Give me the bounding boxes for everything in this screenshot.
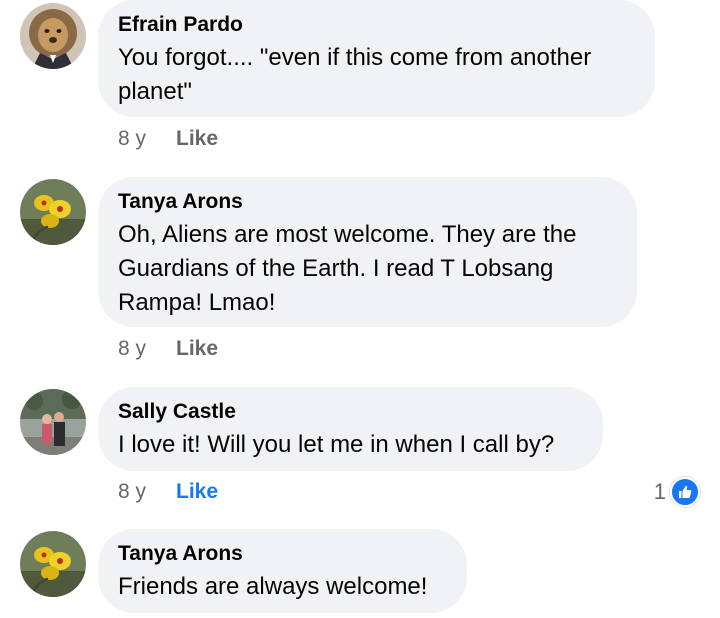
comment-text: Friends are always welcome! bbox=[118, 570, 447, 604]
reaction-count: 1 bbox=[653, 479, 666, 504]
comment-text-line: Rampa! Lmao! bbox=[118, 289, 276, 316]
comment-meta: 8 y Like bbox=[118, 478, 218, 506]
comment-bubble: Tanya Arons Friends are always welcome! bbox=[98, 529, 467, 613]
comment-timestamp[interactable]: 8 y bbox=[118, 335, 176, 363]
comment-text: Oh, Aliens are most welcome. They are th… bbox=[118, 218, 617, 320]
yellow-orchid-avatar-icon[interactable] bbox=[20, 531, 86, 597]
comment-author[interactable]: Tanya Arons bbox=[118, 189, 617, 215]
comment-text-line: Friends are always welcome! bbox=[118, 573, 428, 600]
comment-text-line: Oh, Aliens are most welcome. They are th… bbox=[118, 221, 577, 248]
reaction-summary[interactable]: 1 bbox=[654, 477, 700, 507]
couple-photo-avatar-icon[interactable] bbox=[20, 389, 86, 455]
comment-text: I love it! Will you let me in when I cal… bbox=[118, 428, 583, 462]
comment-author[interactable]: Tanya Arons bbox=[118, 541, 447, 567]
comment-bubble: Tanya Arons Oh, Aliens are most welcome.… bbox=[98, 177, 637, 327]
comment-timestamp[interactable]: 8 y bbox=[118, 478, 176, 506]
comment-meta: 8 y Like bbox=[118, 335, 218, 363]
like-button[interactable]: Like bbox=[176, 127, 218, 150]
comment-bubble: Efrain Pardo You forgot.... "even if thi… bbox=[98, 0, 655, 117]
like-button[interactable]: Like bbox=[176, 337, 218, 360]
comment-text-line: I love it! Will you let me in when I cal… bbox=[118, 431, 555, 458]
like-button[interactable]: Like bbox=[176, 480, 218, 503]
comment-timestamp[interactable]: 8 y bbox=[118, 125, 176, 153]
thumbs-up-icon bbox=[670, 477, 700, 507]
comment-text-line: planet" bbox=[118, 78, 192, 105]
comment-author[interactable]: Efrain Pardo bbox=[118, 12, 635, 38]
comment-meta: 8 y Like bbox=[118, 125, 218, 153]
comment-text: You forgot.... "even if this come from a… bbox=[118, 41, 635, 109]
comment-bubble: Sally Castle I love it! Will you let me … bbox=[98, 387, 603, 471]
comment-text-line: You forgot.... "even if this come from a… bbox=[118, 44, 592, 71]
lion-avatar-icon[interactable] bbox=[20, 3, 86, 69]
yellow-orchid-avatar-icon[interactable] bbox=[20, 179, 86, 245]
comment-text-line: Guardians of the Earth. I read T Lobsang bbox=[118, 255, 554, 282]
comment-author[interactable]: Sally Castle bbox=[118, 399, 583, 425]
